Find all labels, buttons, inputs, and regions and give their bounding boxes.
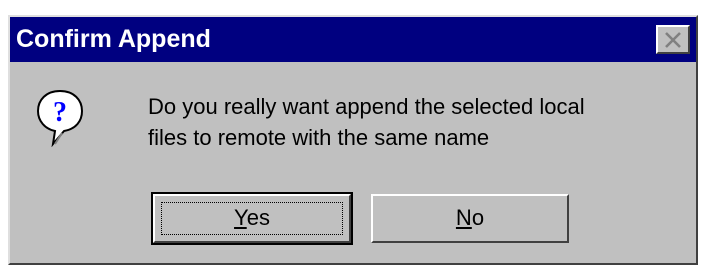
svg-text:?: ? xyxy=(53,97,67,128)
dialog-title: Confirm Append xyxy=(16,25,211,53)
yes-label-rest: es xyxy=(246,205,270,230)
no-label-rest: o xyxy=(471,205,485,230)
no-accelerator: N xyxy=(455,205,472,230)
no-button-label: No xyxy=(373,205,567,231)
message-line-1: Do you really want append the selected l… xyxy=(148,94,585,119)
yes-button-label: Yes xyxy=(155,205,349,231)
close-icon xyxy=(665,32,681,48)
yes-button[interactable]: Yes xyxy=(151,192,353,245)
question-icon: ? xyxy=(36,89,84,147)
close-button[interactable] xyxy=(656,25,690,54)
confirm-append-dialog: Confirm Append ? Do you really want appe… xyxy=(8,15,698,265)
message-text: Do you really want append the selected l… xyxy=(148,91,688,153)
title-bar[interactable]: Confirm Append xyxy=(10,17,696,62)
no-button[interactable]: No xyxy=(371,194,569,243)
message-line-2: files to remote with the same name xyxy=(148,125,490,150)
yes-accelerator: Y xyxy=(234,205,247,230)
